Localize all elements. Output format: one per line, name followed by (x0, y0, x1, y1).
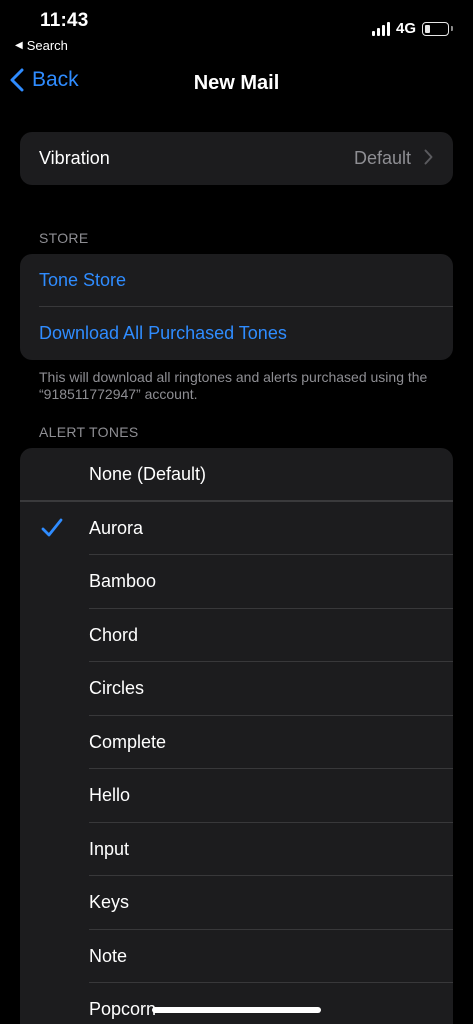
status-time: 11:43 (40, 10, 89, 31)
alert-tones-list: None (Default) Aurora Bamboo Chord Circl… (20, 448, 453, 1024)
back-triangle-icon: ◀ (15, 40, 23, 51)
tone-label: Input (89, 838, 130, 859)
tone-row-aurora[interactable]: Aurora (20, 502, 453, 555)
vibration-group: Vibration Default (20, 132, 453, 185)
battery-icon (422, 21, 453, 36)
tone-label: Hello (89, 785, 131, 806)
download-all-row[interactable]: Download All Purchased Tones (20, 307, 453, 360)
alert-tones-section-header: ALERT TONES (39, 424, 139, 440)
tone-label: Note (89, 945, 128, 966)
tone-label: Bamboo (89, 571, 157, 592)
screen: 11:43 ◀ Search 4G Back New Mail Vibratio… (0, 0, 473, 1024)
chevron-right-icon (424, 149, 433, 165)
tone-row-note[interactable]: Note (20, 930, 453, 983)
checkmark-icon (41, 518, 63, 536)
tone-row-hello[interactable]: Hello (20, 769, 453, 823)
tone-label: Aurora (89, 517, 144, 538)
tone-label: Keys (89, 892, 130, 913)
tone-label: Circles (89, 678, 145, 699)
tone-row-none-default[interactable]: None (Default) (20, 448, 453, 502)
network-type: 4G (395, 20, 416, 37)
tone-label: Chord (89, 624, 139, 645)
status-back-label: Search (26, 38, 68, 53)
tone-row-complete[interactable]: Complete (20, 716, 453, 769)
status-indicators: 4G (371, 20, 453, 37)
status-back-to-app[interactable]: ◀ Search (15, 38, 68, 53)
tone-label: None (Default) (89, 464, 207, 485)
tone-row-popcorn[interactable]: Popcorn (20, 983, 453, 1024)
vibration-row[interactable]: Vibration Default (20, 132, 453, 185)
home-indicator[interactable] (152, 1007, 321, 1013)
tone-row-bamboo[interactable]: Bamboo (20, 555, 453, 609)
store-group: Tone Store Download All Purchased Tones (20, 254, 453, 360)
tone-row-circles[interactable]: Circles (20, 662, 453, 716)
vibration-value: Default (353, 148, 411, 168)
store-section-header: STORE (39, 230, 89, 246)
tone-store-link: Tone Store (39, 270, 127, 290)
download-all-link: Download All Purchased Tones (39, 323, 287, 343)
store-footer-note: This will download all ringtones and ale… (39, 369, 428, 402)
tone-store-row[interactable]: Tone Store (20, 254, 453, 307)
tone-label: Popcorn (89, 999, 157, 1020)
cellular-signal-icon (371, 21, 390, 36)
page-title: New Mail (193, 72, 280, 94)
tone-label: Complete (89, 731, 167, 752)
tone-row-input[interactable]: Input (20, 823, 453, 876)
tone-row-chord[interactable]: Chord (20, 609, 453, 662)
vibration-label: Vibration (39, 148, 110, 168)
tone-row-keys[interactable]: Keys (20, 876, 453, 930)
